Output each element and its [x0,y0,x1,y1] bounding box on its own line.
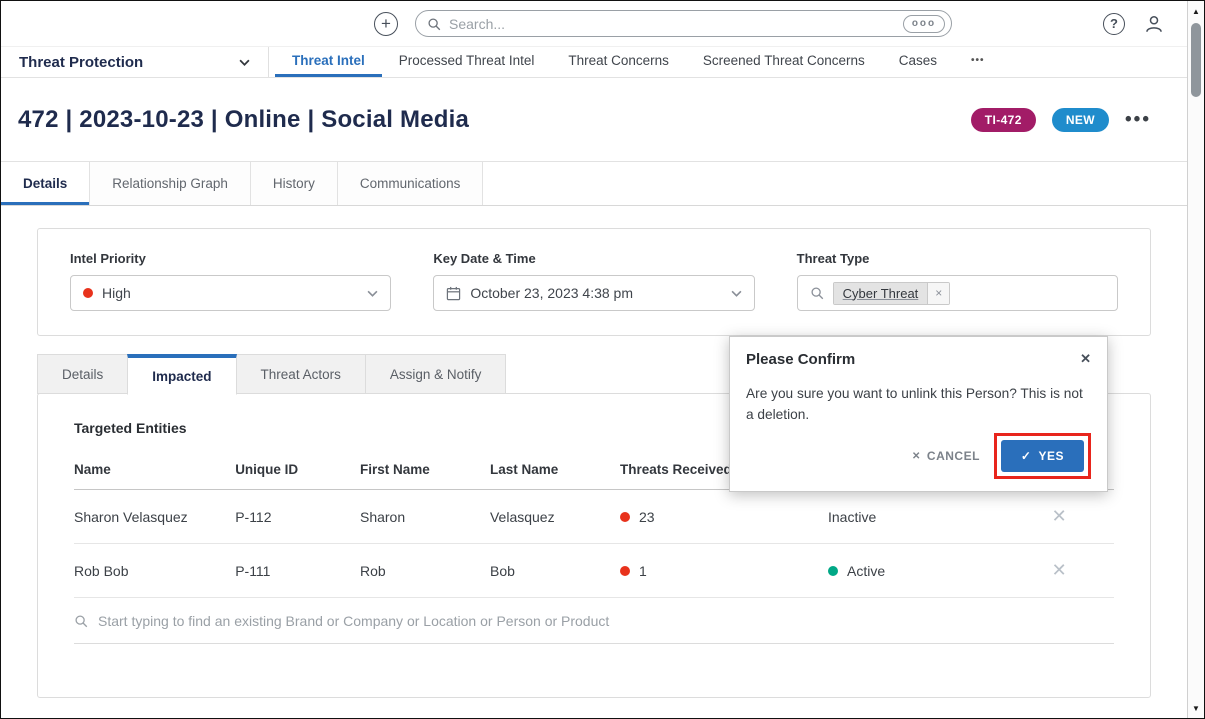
search-icon [74,614,88,628]
cancel-label: CANCEL [927,449,980,463]
cell-unique-id: P-112 [235,490,360,544]
yes-button[interactable]: ✓ YES [1001,440,1084,472]
search-icon [810,286,824,300]
nav-more-icon[interactable]: ••• [954,47,1002,77]
tab-details[interactable]: Details [1,162,90,205]
priority-dot-icon [83,288,93,298]
key-date-time-label: Key Date & Time [433,251,754,266]
global-search[interactable]: ooo [415,10,952,37]
cancel-x-icon: ✕ [912,451,921,462]
topbar: + ooo ? [1,1,1187,46]
user-icon[interactable] [1143,13,1165,35]
subtab-threat-actors[interactable]: Threat Actors [237,354,365,394]
subtab-details[interactable]: Details [37,354,127,394]
dialog-close-icon[interactable]: ✕ [1080,351,1091,367]
threat-type-select[interactable]: Cyber Threat × [797,275,1118,311]
unlink-icon[interactable]: ✕ [1052,506,1067,526]
dialog-title: Please Confirm [746,351,855,368]
col-unique-id: Unique ID [235,452,360,490]
app-name: Threat Protection [19,54,143,71]
add-icon[interactable]: + [374,12,398,36]
search-icon [427,17,441,31]
col-name: Name [74,452,235,490]
cell-name: Rob Bob [74,544,235,598]
table-row: Sharon Velasquez P-112 Sharon Velasquez … [74,490,1114,544]
cancel-button[interactable]: ✕ CANCEL [912,449,980,463]
app-switcher[interactable]: Threat Protection [1,47,269,77]
dialog-message: Are you sure you want to unlink this Per… [746,383,1091,425]
key-date-time-value: October 23, 2023 4:38 pm [470,285,633,301]
cell-threats-received: 1 [620,544,828,598]
record-tabs: Details Relationship Graph History Commu… [1,162,1187,206]
subtab-impacted[interactable]: Impacted [127,354,236,395]
app-navbar: Threat Protection Threat Intel Processed… [1,46,1187,78]
vertical-scrollbar[interactable]: ▲ ▼ [1187,1,1204,718]
scroll-up-icon[interactable]: ▲ [1188,3,1204,19]
nav-tab-processed-threat-intel[interactable]: Processed Threat Intel [382,47,552,77]
intel-priority-select[interactable]: High [70,275,391,311]
scroll-down-icon[interactable]: ▼ [1188,700,1204,716]
chevron-down-icon [239,59,250,66]
tab-history[interactable]: History [251,162,338,205]
intel-form-card: Intel Priority High Key Date & Time Octo… [37,228,1151,336]
chevron-down-icon [367,290,378,297]
cell-threats-received: 23 [620,490,828,544]
entity-search[interactable] [74,598,1114,644]
cell-actions: ✕ [1052,490,1114,544]
page-title: 472 | 2023-10-23 | Online | Social Media [18,106,469,134]
search-options-icon[interactable]: ooo [903,15,945,33]
threat-count-dot-icon [620,566,630,576]
field-intel-priority: Intel Priority High [70,251,391,311]
subtab-assign-notify[interactable]: Assign & Notify [365,354,507,394]
chevron-down-icon [731,290,742,297]
record-id-badge: TI-472 [971,108,1036,132]
check-icon: ✓ [1021,449,1032,463]
tab-relationship-graph[interactable]: Relationship Graph [90,162,251,205]
record-header: 472 | 2023-10-23 | Online | Social Media… [1,78,1187,162]
cell-last-name: Velasquez [490,490,620,544]
status-dot-icon [828,566,838,576]
threat-count-dot-icon [620,512,630,522]
confirm-dialog: Please Confirm ✕ Are you sure you want t… [729,336,1108,492]
cell-status: Inactive [828,490,1052,544]
cell-actions: ✕ [1052,544,1114,598]
table-row: Rob Bob P-111 Rob Bob 1 Active ✕ [74,544,1114,598]
nav-tab-cases[interactable]: Cases [882,47,954,77]
threat-type-tag: Cyber Threat × [833,282,951,305]
field-threat-type: Threat Type Cyber Threat × [797,251,1118,311]
field-key-date-time: Key Date & Time October 23, 2023 4:38 pm [433,251,754,311]
cell-status: Active [828,544,1052,598]
status-badge: NEW [1052,108,1109,132]
tag-remove-icon[interactable]: × [927,283,949,304]
app-window: + ooo ? Threat Protection Threat Intel P… [0,0,1205,719]
col-first-name: First Name [360,452,490,490]
threat-type-label: Threat Type [797,251,1118,266]
entity-search-input[interactable] [98,613,1114,629]
cell-name: Sharon Velasquez [74,490,235,544]
threat-type-tag-label: Cyber Threat [834,283,928,304]
col-last-name: Last Name [490,452,620,490]
unlink-icon[interactable]: ✕ [1052,560,1067,580]
help-icon[interactable]: ? [1103,13,1125,35]
tab-communications[interactable]: Communications [338,162,484,205]
intel-priority-value: High [102,285,131,301]
record-more-icon[interactable]: ••• [1125,115,1151,125]
nav-tab-screened-threat-concerns[interactable]: Screened Threat Concerns [686,47,882,77]
key-date-time-picker[interactable]: October 23, 2023 4:38 pm [433,275,754,311]
cell-last-name: Bob [490,544,620,598]
scroll-thumb[interactable] [1191,23,1201,97]
intel-priority-label: Intel Priority [70,251,391,266]
nav-tab-threat-intel[interactable]: Threat Intel [275,47,382,77]
global-search-input[interactable] [449,16,903,32]
cell-unique-id: P-111 [235,544,360,598]
calendar-icon [446,286,461,301]
cell-first-name: Sharon [360,490,490,544]
cell-first-name: Rob [360,544,490,598]
annotation-highlight: ✓ YES [994,433,1091,479]
nav-tab-threat-concerns[interactable]: Threat Concerns [551,47,686,77]
yes-label: YES [1038,449,1064,463]
